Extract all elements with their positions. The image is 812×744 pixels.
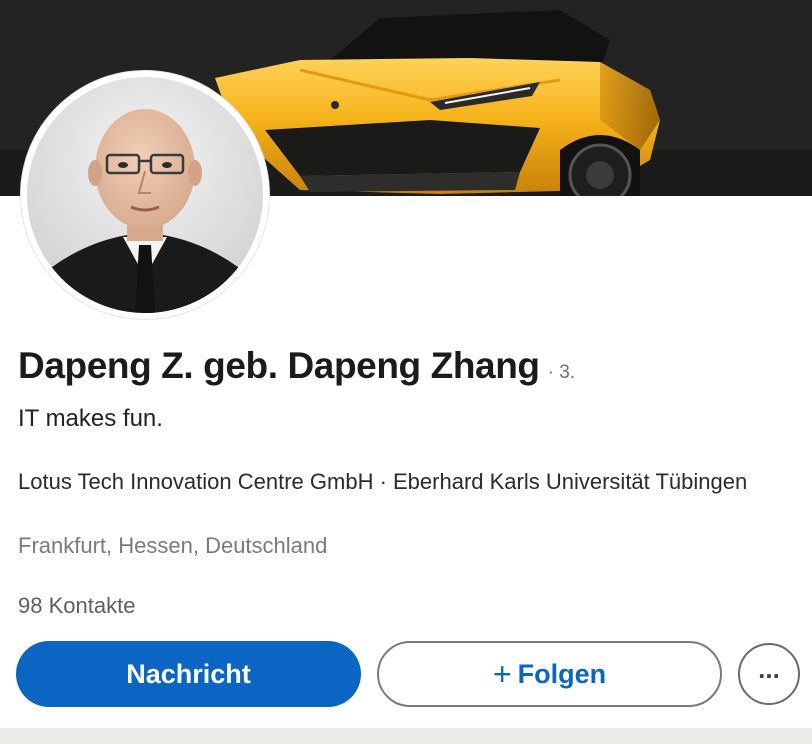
connections-count[interactable]: 98 Kontakte (18, 593, 135, 619)
connection-degree: · 3. (547, 362, 576, 383)
profile-location: Frankfurt, Hessen, Deutschland (18, 533, 328, 558)
profile-avatar[interactable] (21, 71, 269, 319)
more-options-button[interactable]: ... (738, 643, 800, 705)
ellipsis-icon: ... (758, 654, 780, 684)
profile-name: Dapeng Z. geb. Dapeng Zhang (18, 345, 540, 386)
section-divider (0, 728, 812, 744)
follow-button[interactable]: + Folgen (377, 641, 722, 707)
plus-icon: + (492, 656, 512, 692)
message-button-label: Nachricht (126, 658, 251, 689)
profile-headline: IT makes fun. (18, 405, 163, 432)
profile-name-row: Dapeng Z. geb. Dapeng Zhang · 3. (18, 345, 575, 387)
company-education-line[interactable]: Lotus Tech Innovation Centre GmbH · Eber… (18, 465, 778, 499)
profile-photo (27, 77, 263, 313)
message-button[interactable]: Nachricht (16, 641, 361, 707)
follow-button-label: Folgen (517, 658, 607, 689)
